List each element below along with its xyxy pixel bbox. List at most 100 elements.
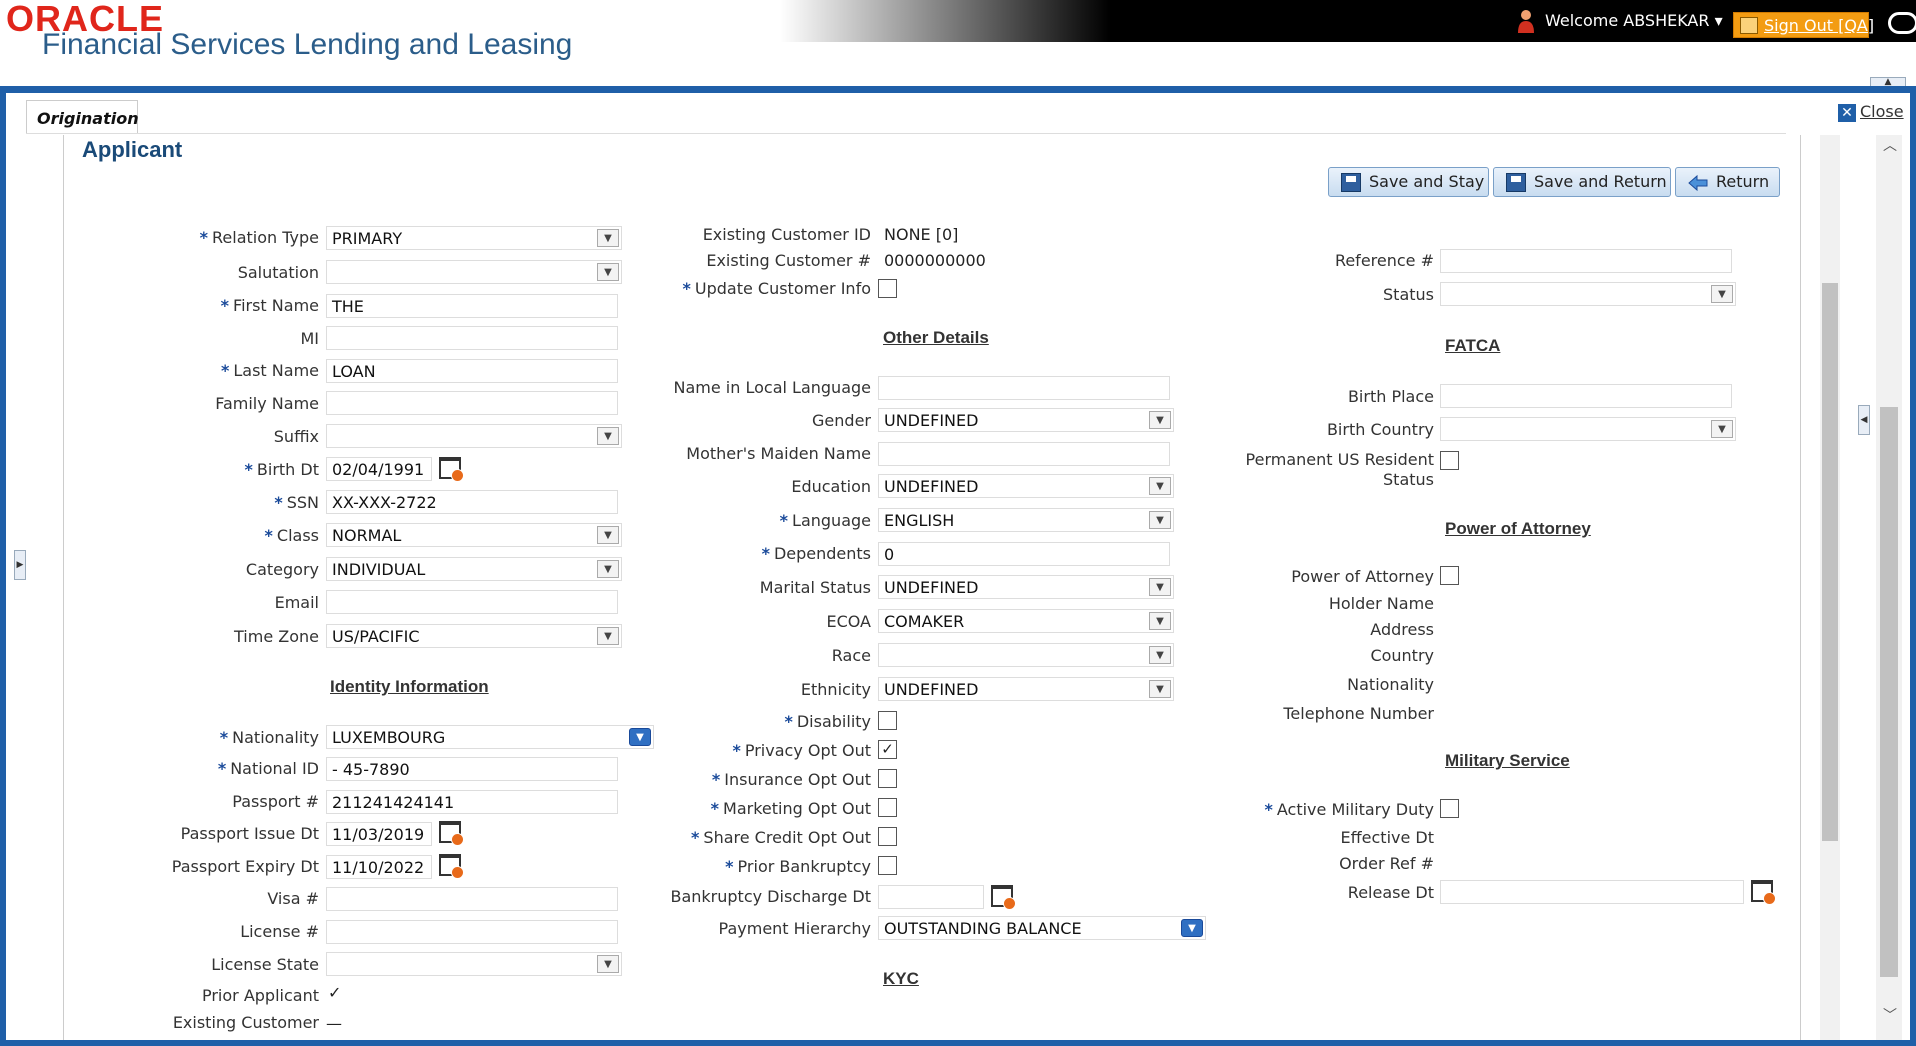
share-credit-opt-out-checkbox[interactable] (878, 827, 897, 846)
outer-scrollbar[interactable]: ︿ ﹀ (1876, 135, 1902, 1040)
calendar-icon[interactable] (439, 821, 464, 846)
telephone-number-label: Telephone Number (1283, 704, 1434, 723)
calendar-icon[interactable] (1751, 880, 1776, 905)
email-field[interactable] (326, 590, 618, 614)
status-select[interactable]: ▼ (1440, 282, 1736, 306)
update-customer-info-checkbox[interactable] (878, 279, 897, 298)
order-ref-label: Order Ref # (1339, 854, 1434, 873)
disability-checkbox[interactable] (878, 711, 897, 730)
birth-dt-field[interactable]: 02/04/1991 (326, 457, 432, 481)
scroll-up-icon[interactable]: ︿ (1883, 135, 1897, 155)
nationality-select[interactable]: LUXEMBOURG ▼ (326, 725, 654, 749)
sign-out-icon (1740, 17, 1758, 34)
visa-field[interactable] (326, 887, 618, 911)
education-select[interactable]: UNDEFINED ▼ (878, 474, 1174, 498)
scroll-down-icon[interactable]: ﹀ (1883, 1005, 1897, 1025)
power-of-attorney-checkbox[interactable] (1440, 566, 1459, 585)
existing-customer-number-value: 0000000000 (884, 251, 986, 270)
existing-customer-id-label: Existing Customer ID (702, 225, 871, 244)
class-label: * Class (264, 526, 319, 545)
calendar-icon[interactable] (439, 457, 464, 482)
marketing-opt-out-checkbox[interactable] (878, 798, 897, 817)
other-details-heading: Other Details (883, 328, 989, 347)
passport-expiry-dt-field[interactable]: 11/10/2022 (326, 855, 432, 879)
category-select[interactable]: INDIVIDUAL ▼ (326, 557, 622, 581)
family-name-field[interactable] (326, 391, 618, 415)
birth-place-field[interactable] (1440, 384, 1732, 408)
save-icon (1341, 173, 1361, 192)
license-field[interactable] (326, 920, 618, 944)
country-label: Country (1370, 646, 1434, 665)
relation-type-select[interactable]: PRIMARY ▼ (326, 226, 622, 250)
gender-select[interactable]: UNDEFINED ▼ (878, 408, 1174, 432)
maiden-name-field[interactable] (878, 442, 1170, 466)
passport-field[interactable]: 211241424141 (326, 790, 618, 814)
insurance-opt-out-checkbox[interactable] (878, 769, 897, 788)
kyc-heading: KYC (883, 969, 919, 988)
existing-customer-value: — (326, 1014, 342, 1033)
suffix-select[interactable]: ▼ (326, 424, 622, 448)
expand-left-panel-icon[interactable]: ▶ (14, 550, 26, 580)
license-state-select[interactable]: ▼ (326, 952, 622, 976)
release-dt-field[interactable] (1440, 880, 1744, 904)
top-frame-bar (0, 86, 1916, 93)
license-state-label: License State (211, 955, 319, 974)
inner-scrollbar-thumb[interactable] (1822, 283, 1838, 841)
active-military-duty-checkbox[interactable] (1440, 799, 1459, 818)
calendar-icon[interactable] (991, 885, 1016, 910)
race-select[interactable]: ▼ (878, 643, 1174, 667)
right-frame-border (1910, 86, 1916, 1046)
name-local-language-field[interactable] (878, 376, 1170, 400)
marital-status-select[interactable]: UNDEFINED ▼ (878, 575, 1174, 599)
return-button[interactable]: Return (1675, 167, 1780, 197)
sign-out-button[interactable]: Sign Out [QA] (1733, 12, 1874, 38)
email-label: Email (274, 593, 319, 612)
prior-bankruptcy-checkbox[interactable] (878, 856, 897, 875)
effective-dt-label: Effective Dt (1340, 828, 1434, 847)
identity-information-heading: Identity Information (330, 677, 489, 696)
dependents-field[interactable]: 0 (878, 542, 1170, 566)
passport-issue-dt-field[interactable]: 11/03/2019 (326, 822, 432, 846)
mi-field[interactable] (326, 326, 618, 350)
last-name-field[interactable]: LOAN (326, 359, 618, 383)
reference-label: Reference # (1334, 251, 1434, 270)
save-and-stay-button[interactable]: Save and Stay (1328, 167, 1489, 197)
salutation-select[interactable]: ▼ (326, 260, 622, 284)
sign-out-label: Sign Out [QA] (1764, 16, 1875, 35)
first-name-field[interactable]: THE (326, 294, 618, 318)
permanent-us-resident-checkbox[interactable] (1440, 451, 1459, 470)
expand-right-panel-icon[interactable]: ◀ (1858, 405, 1870, 435)
reference-field[interactable] (1440, 249, 1732, 273)
payment-hierarchy-select[interactable]: OUTSTANDING BALANCE ▼ (878, 916, 1206, 940)
prior-applicant-check-icon: ✓ (328, 983, 342, 1002)
close-button[interactable]: ✕ Close (1838, 102, 1904, 122)
chevron-down-icon: ▼ (629, 728, 651, 746)
save-icon (1506, 173, 1526, 192)
share-credit-opt-out-label: * Share Credit Opt Out (691, 828, 871, 847)
ssn-label: * SSN (274, 493, 319, 512)
bottom-frame-border (0, 1040, 1916, 1046)
privacy-opt-out-checkbox[interactable]: ✓ (878, 740, 897, 759)
disability-label: * Disability (784, 712, 871, 731)
ecoa-select[interactable]: COMAKER ▼ (878, 609, 1174, 633)
welcome-user-menu[interactable]: Welcome ABSHEKAR ▾ (1545, 11, 1723, 30)
toggle-icon[interactable] (1888, 12, 1916, 34)
birth-country-select[interactable]: ▼ (1440, 417, 1736, 441)
save-and-return-button[interactable]: Save and Return (1493, 167, 1671, 197)
ethnicity-select[interactable]: UNDEFINED ▼ (878, 677, 1174, 701)
inner-scrollbar[interactable] (1820, 135, 1840, 1040)
chevron-down-icon: ▼ (597, 263, 619, 281)
ssn-field[interactable]: XX-XXX-2722 (326, 490, 618, 514)
bankruptcy-discharge-dt-field[interactable] (878, 885, 984, 909)
tab-origination[interactable]: Origination (26, 100, 139, 134)
class-select[interactable]: NORMAL ▼ (326, 523, 622, 547)
license-label: License # (240, 922, 319, 941)
language-select[interactable]: ENGLISH ▼ (878, 508, 1174, 532)
calendar-icon[interactable] (439, 854, 464, 879)
time-zone-select[interactable]: US/PACIFIC ▼ (326, 624, 622, 648)
national-id-field[interactable]: - 45-7890 (326, 757, 618, 781)
outer-scrollbar-thumb[interactable] (1880, 407, 1898, 977)
prior-applicant-label: Prior Applicant (201, 986, 319, 1005)
chevron-down-icon: ▼ (597, 229, 619, 247)
national-id-label: * National ID (217, 759, 319, 778)
